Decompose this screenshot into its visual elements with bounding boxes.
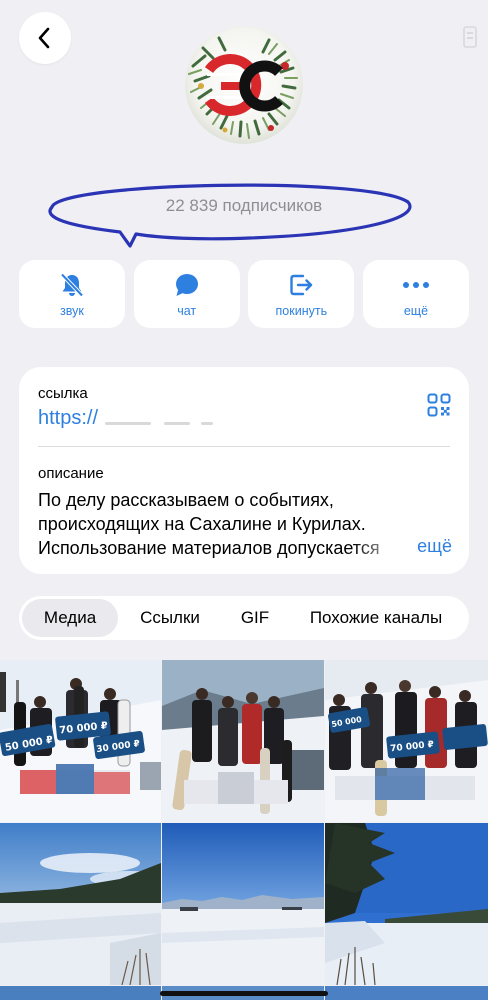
media-tabs: Медиа Ссылки GIF Похожие каналы — [19, 596, 469, 640]
tab-gif[interactable]: GIF — [222, 599, 288, 637]
more-dots-icon — [402, 282, 429, 288]
link-label: ссылка — [38, 385, 88, 402]
tab-links[interactable]: Ссылки — [118, 599, 222, 637]
options-icon[interactable] — [460, 24, 480, 50]
mute-label: звук — [60, 304, 84, 318]
redacted-link — [201, 422, 213, 425]
description-more-link[interactable]: ещё — [417, 536, 452, 557]
redacted-link — [164, 422, 190, 425]
leave-icon — [290, 274, 313, 296]
media-grid: 50 000 ₽ 70 000 ₽ 30 000 ₽ 50 000 70 000… — [0, 660, 488, 1000]
more-button[interactable]: ещё — [362, 260, 469, 328]
divider — [38, 446, 450, 447]
leave-label: покинуть — [275, 304, 328, 318]
subscriber-count: 22 839 подписчиков — [165, 196, 323, 215]
chevron-left-icon — [38, 27, 50, 49]
media-thumbnail[interactable] — [0, 986, 161, 1000]
media-thumbnail[interactable]: 50 000 ₽ 70 000 ₽ 30 000 ₽ — [0, 660, 161, 822]
action-row: звук чат покинуть ещё — [19, 260, 469, 328]
channel-info-card: ссылка https:// описание По делу рассказ… — [19, 367, 469, 574]
chat-bubble-icon — [175, 274, 198, 296]
description-label: описание — [38, 465, 104, 482]
back-button[interactable] — [19, 12, 71, 64]
redacted-link — [105, 422, 151, 425]
leave-button[interactable]: покинуть — [248, 260, 355, 328]
media-thumbnail[interactable] — [325, 986, 488, 1000]
qr-code-icon[interactable] — [427, 393, 451, 417]
channel-avatar[interactable] — [185, 26, 303, 144]
mute-button[interactable]: звук — [19, 260, 125, 328]
more-label: ещё — [403, 304, 429, 318]
description-line: По делу рассказываем о событиях, — [38, 490, 334, 510]
chat-button[interactable]: чат — [133, 260, 240, 328]
bell-slash-icon — [60, 273, 84, 297]
media-thumbnail[interactable] — [325, 823, 488, 985]
home-indicator — [160, 991, 328, 996]
media-thumbnail[interactable] — [0, 823, 161, 985]
channel-description: По делу рассказываем о событиях, происхо… — [38, 488, 456, 560]
tab-media[interactable]: Медиа — [22, 599, 118, 637]
tab-similar-channels[interactable]: Похожие каналы — [288, 599, 464, 637]
media-thumbnail[interactable] — [162, 823, 324, 985]
media-thumbnail[interactable] — [162, 660, 324, 822]
media-thumbnail[interactable]: 50 000 70 000 ₽ — [325, 660, 488, 822]
channel-link[interactable]: https:// — [38, 407, 98, 430]
chat-label: чат — [177, 304, 197, 318]
description-line: происходящих на Сахалине и Курилах. — [38, 514, 366, 534]
description-line: Использование материалов допускается — [38, 538, 380, 558]
